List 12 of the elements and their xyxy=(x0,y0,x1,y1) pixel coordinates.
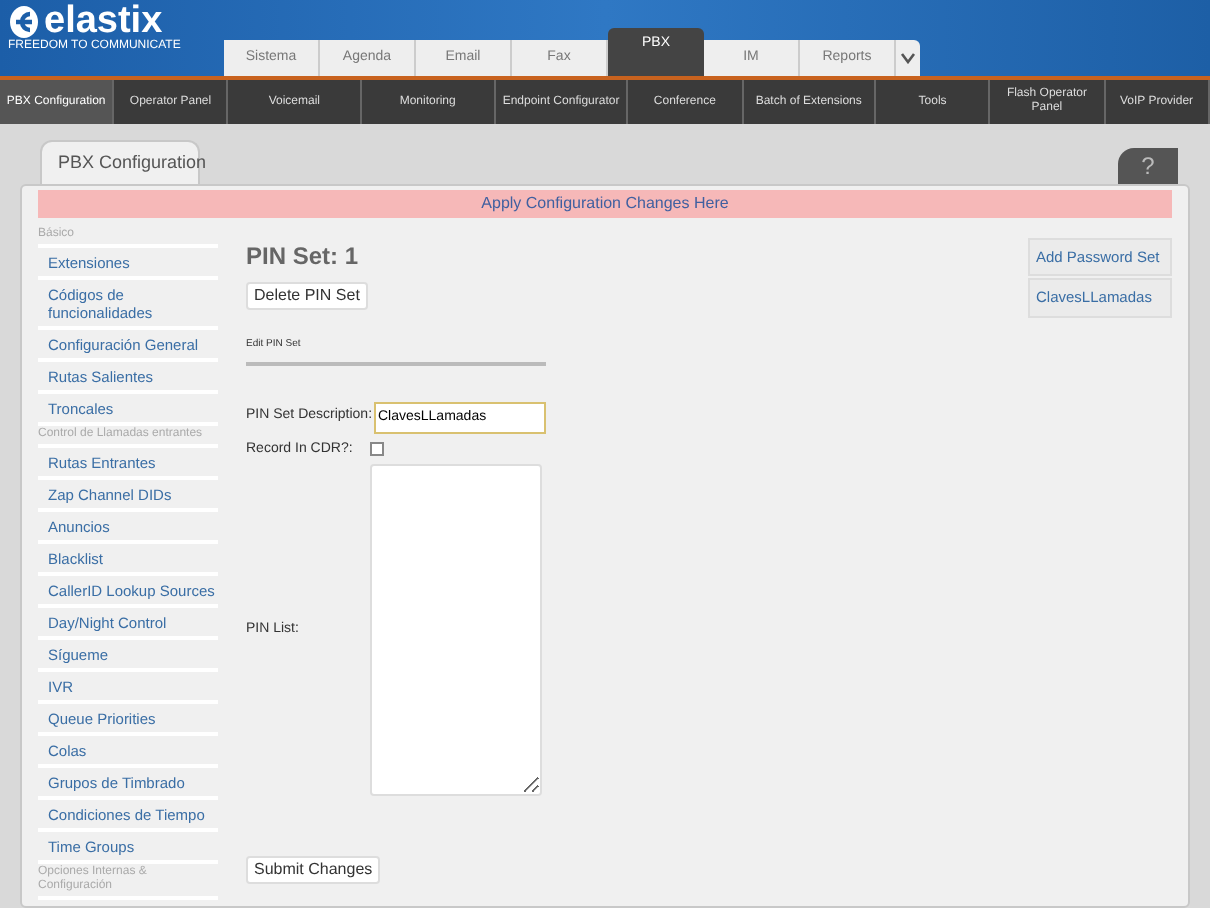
caret-icon xyxy=(900,52,916,64)
panel-tab[interactable]: PBX Configuration xyxy=(40,140,200,184)
help-tab[interactable]: ? xyxy=(1118,148,1178,184)
submit-button[interactable]: Submit Changes xyxy=(246,856,381,884)
pin-list-field[interactable] xyxy=(370,464,542,796)
apply-changes-link[interactable]: Apply Configuration Changes Here xyxy=(481,192,729,216)
more-tabs-dropdown[interactable] xyxy=(896,40,920,76)
logo-text: elastix xyxy=(44,4,163,40)
delete-button[interactable]: Delete PIN Set xyxy=(246,282,368,310)
page-heading: PIN Set: 1 xyxy=(246,240,361,274)
logo-icon xyxy=(8,4,40,40)
record-checkbox[interactable] xyxy=(370,442,384,457)
